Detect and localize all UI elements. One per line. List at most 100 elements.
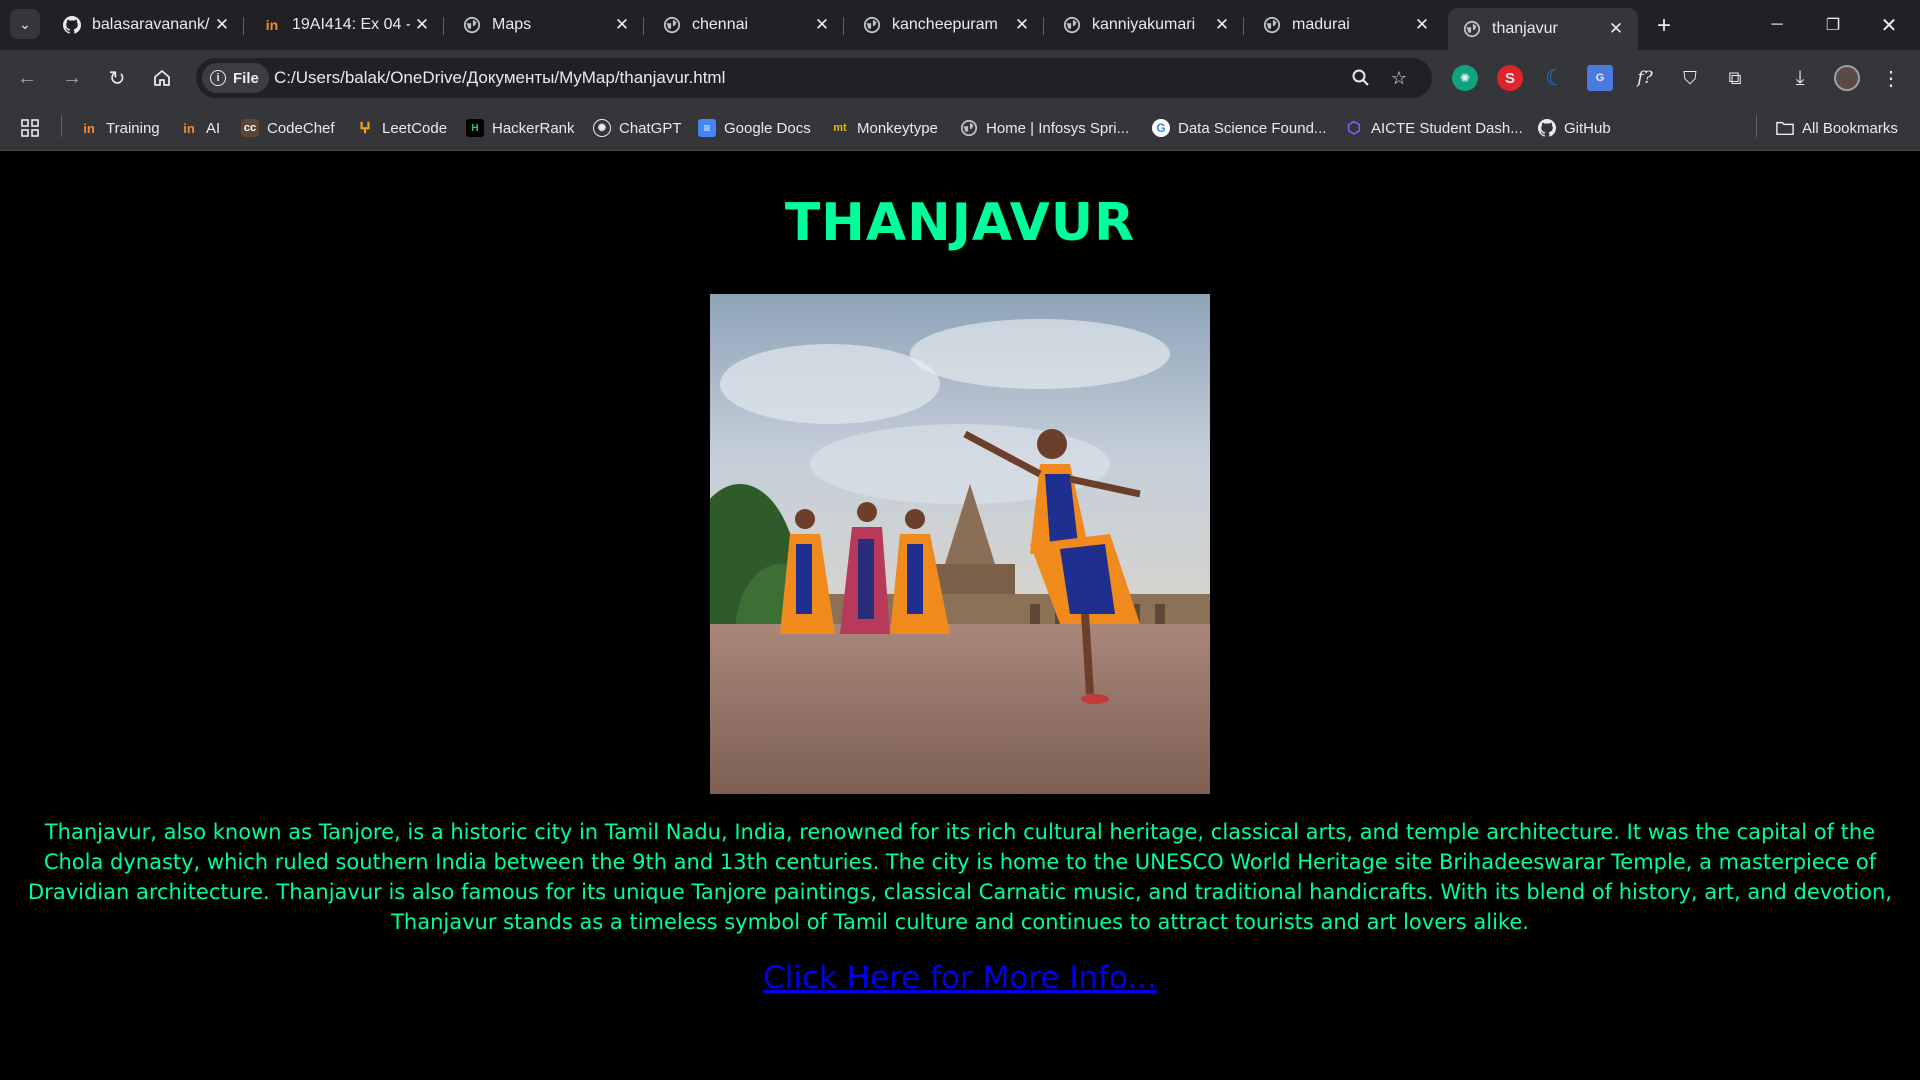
bookmark-monkeytype[interactable]: mt Monkeytype <box>831 115 938 141</box>
shield-icon[interactable]: ⛉ <box>1677 65 1703 91</box>
bookmark-ai[interactable]: in AI <box>180 115 220 141</box>
close-icon: ✕ <box>1880 14 1898 37</box>
city-description: Thanjavur, also known as Tanjore, is a h… <box>28 820 1892 934</box>
tab-separator <box>443 17 444 35</box>
browser-chrome: ⌄ balasaravanank/ ✕ in 19AI414: Ex 04 - … <box>0 0 1920 151</box>
tab-title: madurai <box>1292 16 1350 33</box>
restore-button[interactable]: ❐ <box>1810 10 1856 40</box>
bookmark-label: AI <box>206 119 221 137</box>
page-content: THANJAVUR Thanjavur, also known as Tanjo… <box>0 151 1920 1080</box>
bookmarks-separator <box>61 115 62 137</box>
globe-icon <box>1262 15 1282 35</box>
menu-kebab-icon[interactable]: ⋮ <box>1878 65 1904 91</box>
bookmark-label: LeetCode <box>382 119 448 137</box>
tab-title: balasaravanank/ <box>92 16 210 33</box>
globe-icon <box>462 15 482 35</box>
codechef-icon: cc <box>241 119 259 137</box>
bookmark-label: Google Docs <box>724 119 811 137</box>
all-bookmarks-label: All Bookmarks <box>1802 119 1898 137</box>
page-title: THANJAVUR <box>784 193 1136 253</box>
chatgpt-icon: ✺ <box>593 119 611 137</box>
translate-extension-icon[interactable]: G <box>1587 65 1613 91</box>
bookmark-data-science[interactable]: G Data Science Found... <box>1152 115 1326 141</box>
close-icon[interactable]: ✕ <box>1604 17 1628 41</box>
apps-button[interactable] <box>20 115 40 141</box>
infosys-icon: in <box>83 120 95 136</box>
bookmark-star-button[interactable]: ☆ <box>1386 65 1412 91</box>
plus-icon: + <box>1656 12 1671 39</box>
minimize-button[interactable]: ─ <box>1754 10 1800 40</box>
infosys-icon: in <box>183 120 195 136</box>
close-icon[interactable]: ✕ <box>610 13 634 37</box>
close-icon[interactable]: ✕ <box>810 13 834 37</box>
tab-thanjavur[interactable]: thanjavur ✕ <box>1448 8 1638 50</box>
arrow-right-icon: → <box>62 66 82 89</box>
back-button[interactable]: ← <box>12 63 42 93</box>
forward-button[interactable]: → <box>57 63 87 93</box>
globe-icon <box>1462 19 1482 39</box>
tab-infosys[interactable]: in 19AI414: Ex 04 - ✕ <box>248 8 444 42</box>
bookmark-leetcode[interactable]: ⵖ LeetCode <box>356 115 447 141</box>
chip-label: File <box>233 69 259 87</box>
site-info-chip[interactable]: i File <box>202 63 269 93</box>
apps-grid-icon <box>21 119 39 137</box>
tab-kanniyakumari[interactable]: kanniyakumari ✕ <box>1048 8 1244 42</box>
infosys-icon: in <box>265 17 279 33</box>
tab-maps[interactable]: Maps ✕ <box>448 8 644 42</box>
tab-github[interactable]: balasaravanank/ ✕ <box>48 8 244 42</box>
bookmark-codechef[interactable]: cc CodeChef <box>241 115 335 141</box>
bookmark-google-docs[interactable]: ≡ Google Docs <box>698 115 811 141</box>
minimize-icon: ─ <box>1771 16 1783 33</box>
close-icon[interactable]: ✕ <box>210 13 234 37</box>
tab-strip: ⌄ balasaravanank/ ✕ in 19AI414: Ex 04 - … <box>0 0 1920 50</box>
all-bookmarks-button[interactable]: All Bookmarks <box>1776 115 1898 141</box>
close-icon[interactable]: ✕ <box>1210 13 1234 37</box>
bookmark-github[interactable]: GitHub <box>1538 115 1611 141</box>
tab-title: kancheepuram <box>892 16 998 33</box>
close-window-button[interactable]: ✕ <box>1866 10 1912 40</box>
bookmark-label: CodeChef <box>267 119 335 137</box>
bookmark-aicte[interactable]: ⬡ AICTE Student Dash... <box>1345 115 1523 141</box>
bookmark-label: Home | Infosys Spri... <box>986 119 1130 137</box>
bookmark-label: HackerRank <box>492 119 575 137</box>
download-icon[interactable]: ⤓ <box>1787 65 1813 91</box>
aicte-icon: ⬡ <box>1347 120 1361 137</box>
new-tab-button[interactable]: + <box>1650 12 1678 40</box>
tab-separator <box>643 17 644 35</box>
reload-icon: ↻ <box>108 67 126 90</box>
tab-madurai[interactable]: madurai ✕ <box>1248 8 1444 42</box>
bookmark-hackerrank[interactable]: H HackerRank <box>466 115 575 141</box>
tab-kancheepuram[interactable]: kancheepuram ✕ <box>848 8 1044 42</box>
bookmark-chatgpt[interactable]: ✺ ChatGPT <box>593 115 682 141</box>
globe-icon <box>862 15 882 35</box>
formula-extension-icon[interactable]: f? <box>1632 65 1658 91</box>
bookmark-training[interactable]: in Training <box>80 115 159 141</box>
more-info-link[interactable]: Click Here for More Info... <box>763 960 1157 996</box>
bookmark-infosys-springboard[interactable]: Home | Infosys Spri... <box>960 115 1129 141</box>
tab-chennai[interactable]: chennai ✕ <box>648 8 844 42</box>
dancers-temple-photo <box>710 294 1210 794</box>
extensions-puzzle-icon[interactable]: ⧉ <box>1722 65 1748 91</box>
address-bar[interactable]: i File C:/Users/balak/OneDrive/Документы… <box>196 58 1432 98</box>
chatgpt-extension-icon[interactable]: ✺ <box>1452 65 1478 91</box>
tab-title: 19AI414: Ex 04 - <box>292 16 410 33</box>
bookmarks-separator <box>1756 115 1757 137</box>
close-icon[interactable]: ✕ <box>1410 13 1434 37</box>
tab-separator <box>843 17 844 35</box>
globe-icon <box>1062 15 1082 35</box>
bookmark-label: AICTE Student Dash... <box>1371 119 1523 137</box>
close-icon[interactable]: ✕ <box>1010 13 1034 37</box>
dark-mode-extension-icon[interactable]: ☾ <box>1542 65 1568 91</box>
close-icon[interactable]: ✕ <box>410 13 434 37</box>
bookmark-label: Monkeytype <box>857 119 938 137</box>
zoom-button[interactable] <box>1348 65 1374 91</box>
github-icon <box>62 15 82 35</box>
home-button[interactable] <box>147 63 177 93</box>
s-extension-icon[interactable]: S <box>1497 65 1523 91</box>
url-text[interactable]: C:/Users/balak/OneDrive/Документы/MyMap/… <box>274 68 725 88</box>
reload-button[interactable]: ↻ <box>102 63 132 93</box>
tab-title: thanjavur <box>1492 20 1558 37</box>
avatar[interactable] <box>1834 65 1860 91</box>
bookmark-label: Data Science Found... <box>1178 119 1327 137</box>
tab-search-button[interactable]: ⌄ <box>10 9 40 39</box>
